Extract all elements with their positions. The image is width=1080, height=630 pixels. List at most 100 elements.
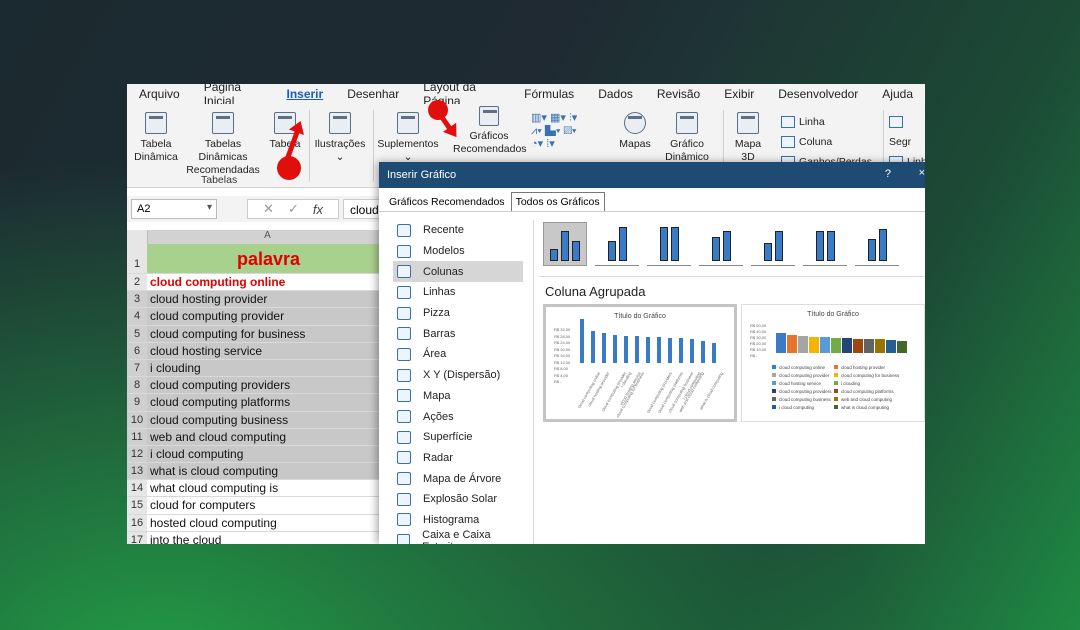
maps-button[interactable]: Mapas	[615, 112, 655, 151]
chart-type-12[interactable]: Mapa de Árvore	[393, 468, 523, 489]
cell[interactable]: web and cloud computing	[147, 428, 387, 445]
chart-preview-1[interactable]: Título do Gráfico R$ 32,00 R$ 28,00 R$ 24,…	[543, 304, 737, 422]
cell[interactable]: what is cloud computing	[147, 463, 387, 480]
name-box[interactable]: A2	[131, 199, 217, 219]
illustrations-icon	[329, 112, 351, 134]
chart-type-14[interactable]: Histograma	[393, 510, 523, 531]
menu-dados[interactable]: Dados	[586, 87, 645, 101]
sparkline-line-button[interactable]: Linha	[781, 112, 877, 132]
chart-type-9[interactable]: Ações	[393, 406, 523, 427]
slicer-button[interactable]: Segr	[889, 112, 925, 152]
3d-stacked-column-option[interactable]	[751, 222, 795, 266]
cell[interactable]: what cloud computing is	[147, 480, 387, 496]
row-number[interactable]: 8	[127, 377, 147, 394]
select-all-corner[interactable]	[127, 230, 147, 244]
cell[interactable]: cloud computing for business	[147, 325, 387, 342]
chart-type-1[interactable]: Modelos	[393, 241, 523, 262]
row-number[interactable]: 14	[127, 480, 147, 497]
function-icon[interactable]: fx	[313, 202, 323, 217]
data-rows: 2 cloud computing online 3 cloud hosting pr…	[127, 274, 387, 544]
chart-type-8[interactable]: Mapa	[393, 386, 523, 407]
row-number[interactable]: 7	[127, 359, 147, 377]
row-number[interactable]: 9	[127, 394, 147, 411]
chart-type-10[interactable]: Superfície	[393, 427, 523, 448]
row-number[interactable]: 16	[127, 514, 147, 531]
column-header-a[interactable]: A	[147, 230, 387, 244]
legend-item: cloud hosting provider	[834, 365, 885, 370]
chart-type-13[interactable]: Explosão Solar	[393, 489, 523, 510]
chart-type-5[interactable]: Barras	[393, 323, 523, 344]
row-number[interactable]: 4	[127, 308, 147, 325]
menu-arquivo[interactable]: Arquivo	[127, 87, 192, 101]
chart-type-15[interactable]: Caixa e Caixa Estreita	[393, 529, 523, 544]
menu-inserir[interactable]: Inserir	[275, 87, 336, 101]
close-button[interactable]: ×	[919, 167, 925, 179]
clustered-column-option[interactable]	[543, 222, 587, 266]
recommended-charts-button[interactable]: Gráficos Recomendados	[453, 106, 527, 156]
row-number[interactable]: 12	[127, 445, 147, 463]
illustrations-button[interactable]: Ilustrações ⌄	[313, 112, 367, 164]
menu-formulas[interactable]: Fórmulas	[512, 87, 586, 101]
tab-all-charts[interactable]: Todos os Gráficos	[510, 192, 605, 211]
chart-type-label: Mapa de Árvore	[423, 472, 502, 485]
chart-type-4[interactable]: Pizza	[393, 303, 523, 324]
header-cell[interactable]: palavra	[147, 244, 387, 273]
chart-type-3[interactable]: Linhas	[393, 282, 523, 303]
menu-exibir[interactable]: Exibir	[712, 87, 766, 101]
cell[interactable]: cloud hosting service	[147, 342, 387, 359]
3d-clustered-column-option[interactable]	[699, 222, 743, 266]
y-tick-label: R$ 50,00	[750, 323, 767, 328]
menu-ajuda[interactable]: Ajuda	[870, 87, 925, 101]
cell[interactable]: cloud for computers	[147, 497, 387, 513]
confirm-icon[interactable]: ✓	[288, 201, 299, 217]
3d-column-option[interactable]	[855, 222, 899, 266]
sparkline-column-button[interactable]: Coluna	[781, 132, 877, 152]
y-tick-label: R$ 28,00	[554, 333, 571, 339]
map-3d-button[interactable]: Mapa 3D	[727, 112, 769, 164]
cell[interactable]: into the cloud	[147, 532, 387, 544]
100-stacked-column-option[interactable]	[647, 222, 691, 266]
row-number[interactable]: 2	[127, 274, 147, 291]
row-number[interactable]: 1	[127, 244, 147, 273]
addins-button[interactable]: Suplementos ⌄	[377, 112, 439, 164]
row-number[interactable]: 15	[127, 497, 147, 514]
chart-type-label: Radar	[423, 451, 453, 464]
cell[interactable]: cloud computing platforms	[147, 394, 387, 411]
chart-type-7[interactable]: X Y (Dispersão)	[393, 365, 523, 386]
row-number[interactable]: 13	[127, 463, 147, 480]
cell[interactable]: cloud hosting provider	[147, 291, 387, 308]
chart-type-label: X Y (Dispersão)	[423, 369, 501, 382]
stacked-column-option[interactable]	[595, 222, 639, 266]
row-number[interactable]: 11	[127, 428, 147, 445]
cell[interactable]: i clouding	[147, 359, 387, 377]
row-number[interactable]: 17	[127, 531, 147, 544]
chart-type-0[interactable]: Recente	[393, 220, 523, 241]
chart-type-6[interactable]: Área	[393, 344, 523, 365]
cell[interactable]: cloud computing online	[147, 274, 387, 290]
chart-type-11[interactable]: Radar	[393, 448, 523, 469]
legend-item: cloud computing platforms	[834, 389, 894, 394]
recommended-pivot-button[interactable]: Tabelas Dinâmicas Recomendadas	[181, 112, 265, 177]
cell[interactable]: cloud computing business	[147, 411, 387, 428]
tab-recommended[interactable]: Gráficos Recomendados	[385, 193, 509, 211]
pivot-table-button[interactable]: Tabela Dinâmica	[133, 112, 179, 164]
cell[interactable]: i cloud computing	[147, 445, 387, 463]
cell[interactable]: cloud computing provider	[147, 308, 387, 325]
row-number[interactable]: 3	[127, 291, 147, 308]
3d-100-stacked-column-option[interactable]	[803, 222, 847, 266]
chart-type-icon	[397, 265, 411, 279]
menu-desenvolvedor[interactable]: Desenvolvedor	[766, 87, 870, 101]
row-number[interactable]: 5	[127, 325, 147, 342]
cancel-icon[interactable]: ✕	[263, 201, 274, 217]
row-number[interactable]: 10	[127, 411, 147, 428]
separator	[373, 110, 374, 182]
pivot-chart-button[interactable]: Gráfico Dinâmico	[659, 112, 715, 164]
menu-desenhar[interactable]: Desenhar	[335, 87, 411, 101]
cell[interactable]: cloud computing providers	[147, 377, 387, 394]
chart-type-2[interactable]: Colunas	[393, 261, 523, 283]
cell[interactable]: hosted cloud computing	[147, 515, 387, 531]
menu-revisao[interactable]: Revisão	[645, 87, 712, 101]
row-number[interactable]: 6	[127, 342, 147, 359]
chart-preview-2[interactable]: Título do Gráfico R$ 50,00 R$ 40,00 R$ 30,…	[741, 304, 925, 422]
help-button[interactable]: ?	[885, 168, 891, 180]
